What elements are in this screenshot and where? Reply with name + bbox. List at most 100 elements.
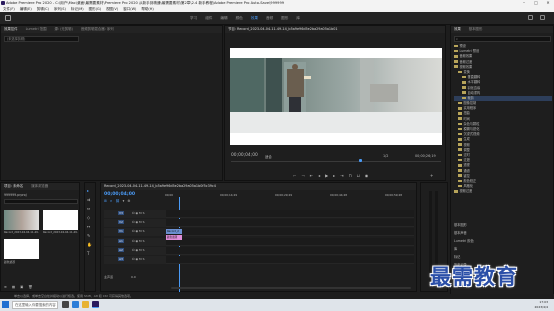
project-search-input[interactable] [4,199,78,204]
panel-tab[interactable]: Lumetri 范围 [26,27,47,31]
workspace-tab[interactable]: 学习 [190,15,197,22]
panel-tab[interactable]: 音频剪辑混合器: 序列 [81,27,114,31]
program-monitor-tab[interactable]: 节目: Record_2023-04-04-11-49-14_b5a9e96d5… [225,26,445,33]
razor-tool-icon[interactable]: ◇ [87,215,92,220]
program-timecode[interactable]: 00;00;04;00 [231,153,258,158]
track-label[interactable]: V1 [118,229,124,233]
track-header[interactable]: V3 ⛁ ◉ M S [104,210,166,218]
sequence-thumbnail[interactable] [43,210,78,230]
timeline-tab[interactable]: Record_2023-04-04-11-49-14_b5a9e96d5e2ba… [101,183,416,190]
track-label[interactable]: A3 [118,257,124,261]
track-lane-a2[interactable] [166,247,414,255]
panel-tab[interactable]: 基本图形 [469,27,483,31]
step-back-icon[interactable]: ◂ [318,173,320,178]
panel-tab[interactable]: 项目: 未命名 [4,184,23,188]
mark-in-icon[interactable]: ⌐ [293,173,296,178]
menu-item[interactable]: 标记(M) [71,7,84,11]
hand-tool-icon[interactable]: ✋ [87,242,92,247]
track-select-icon[interactable]: ⇉ [87,197,92,202]
timeline-timecode[interactable]: 00;00;04;00 [104,192,135,197]
track-header[interactable]: V1 ⛁ ◉ M S [104,228,166,236]
menu-item[interactable]: 文件(F) [3,7,15,11]
linked-selection-icon[interactable]: ⛓ [115,199,119,203]
type-tool-icon[interactable]: T [87,251,92,256]
timeline-ruler[interactable]: 00;00 00;00;14;29 00;00;29;29 00;00;44;28 00… [165,193,415,201]
workspace-tab[interactable]: 库 [296,15,300,22]
ripple-edit-icon[interactable]: ⇔ [87,206,92,211]
menu-item[interactable]: 编辑(E) [20,7,32,11]
track-toggle-icons[interactable]: ⛁ ◉ M S [132,257,145,261]
taskbar-search-input[interactable]: 在这里输入你要搜索的内容 [12,301,58,309]
workspace-tab[interactable]: 图形 [281,15,288,22]
track-lane-a3[interactable] [166,256,414,264]
settings-icon[interactable]: + [430,173,433,178]
track-toggle-icons[interactable]: ⛁ ◉ M S [132,229,145,233]
timeline-scrollbar[interactable] [171,287,411,289]
add-marker-icon[interactable]: ▾ [123,199,125,203]
track-header[interactable]: V2 ⛁ ◉ M S [104,219,166,227]
panel-list-item[interactable]: Lumetri 颜色 [454,237,552,245]
snap-icon[interactable]: ∩ [110,199,112,203]
color-matte-clip[interactable]: 颜色遮罩 [166,235,182,240]
menu-item[interactable]: 视图(V) [106,7,118,11]
track-lane-v1[interactable] [166,228,414,236]
pen-tool-icon[interactable]: ✎ [87,233,92,238]
list-view-icon[interactable]: ≡ [4,285,7,289]
track-lane-v2[interactable] [166,219,414,227]
panel-tab[interactable]: 效果 [454,27,461,31]
taskbar-clock[interactable]: 17:03 2023/4/4 [522,300,548,309]
track-label[interactable]: A2 [118,248,124,252]
clip-thumbnail[interactable] [4,210,39,230]
panel-list-item[interactable]: 基本声音 [454,229,552,237]
program-video-frame[interactable] [230,48,442,145]
playhead-scrubber[interactable] [231,161,441,162]
export-frame-icon[interactable]: ◉ [365,173,369,178]
resolution-dropdown[interactable]: 1/2 [383,154,388,158]
track-label[interactable]: V3 [118,211,124,215]
menu-item[interactable]: 窗口(W) [123,7,136,11]
track-header[interactable]: A3 ⛁ ◉ M S [104,256,166,264]
selection-tool-icon[interactable]: ▸ [87,188,92,193]
windows-start-icon[interactable] [2,301,9,308]
wrench-icon[interactable]: ⚙ [127,199,130,203]
effects-search-input[interactable]: ⌕ [454,36,551,42]
effects-tree-item[interactable]: 视频过渡 [454,189,552,194]
search-icon[interactable] [540,15,545,20]
icon-view-icon[interactable]: ▦ [12,285,15,289]
go-to-in-icon[interactable]: ⇤ [310,173,313,178]
track-label[interactable]: A1 [118,239,124,243]
go-to-out-icon[interactable]: ⇥ [340,173,343,178]
menu-item[interactable]: 帮助(H) [141,7,153,11]
track-label[interactable]: V2 [118,220,124,224]
fit-dropdown[interactable]: 适合 [265,154,272,159]
file-explorer-icon[interactable] [82,301,89,308]
panel-tab[interactable]: 媒体浏览器 [31,184,48,188]
play-icon[interactable]: ▶ [325,173,328,178]
workspace-tab[interactable]: 效果 [251,15,258,22]
workspace-tab[interactable]: 组件 [205,15,212,22]
menu-item[interactable]: 序列(S) [54,7,66,11]
video-clip[interactable]: Record_2 [166,229,182,234]
edge-browser-icon[interactable] [72,301,79,308]
color-matte-thumbnail[interactable] [4,239,39,259]
workspace-tab[interactable]: 编辑 [220,15,227,22]
nest-icon[interactable]: ⊞ [104,199,107,203]
track-header[interactable]: A2 ⛁ ◉ M S [104,247,166,255]
workspace-tab[interactable]: 音频 [266,15,273,22]
lift-icon[interactable]: ⊓ [349,173,352,178]
panel-list-item[interactable]: 基本图形 [454,221,552,229]
premiere-taskbar-icon[interactable] [92,301,99,308]
panel-list-item[interactable]: 库 [454,245,552,253]
menu-item[interactable]: 图形(G) [89,7,101,11]
workspace-tab[interactable]: 颜色 [236,15,243,22]
share-icon[interactable] [528,15,533,20]
panel-tab[interactable]: 效果控件 [4,27,18,31]
menu-item[interactable]: 剪辑(C) [37,7,49,11]
track-toggle-icons[interactable]: ⛁ ◉ M S [132,220,145,224]
home-icon[interactable] [5,15,11,21]
panel-list-item[interactable]: 标记 [454,253,552,261]
track-toggle-icons[interactable]: ⛁ ◉ M S [132,239,145,243]
task-view-icon[interactable] [62,301,69,308]
track-toggle-icons[interactable]: ⛁ ◉ M S [132,211,145,215]
trash-icon[interactable]: 🗑 [28,285,32,289]
